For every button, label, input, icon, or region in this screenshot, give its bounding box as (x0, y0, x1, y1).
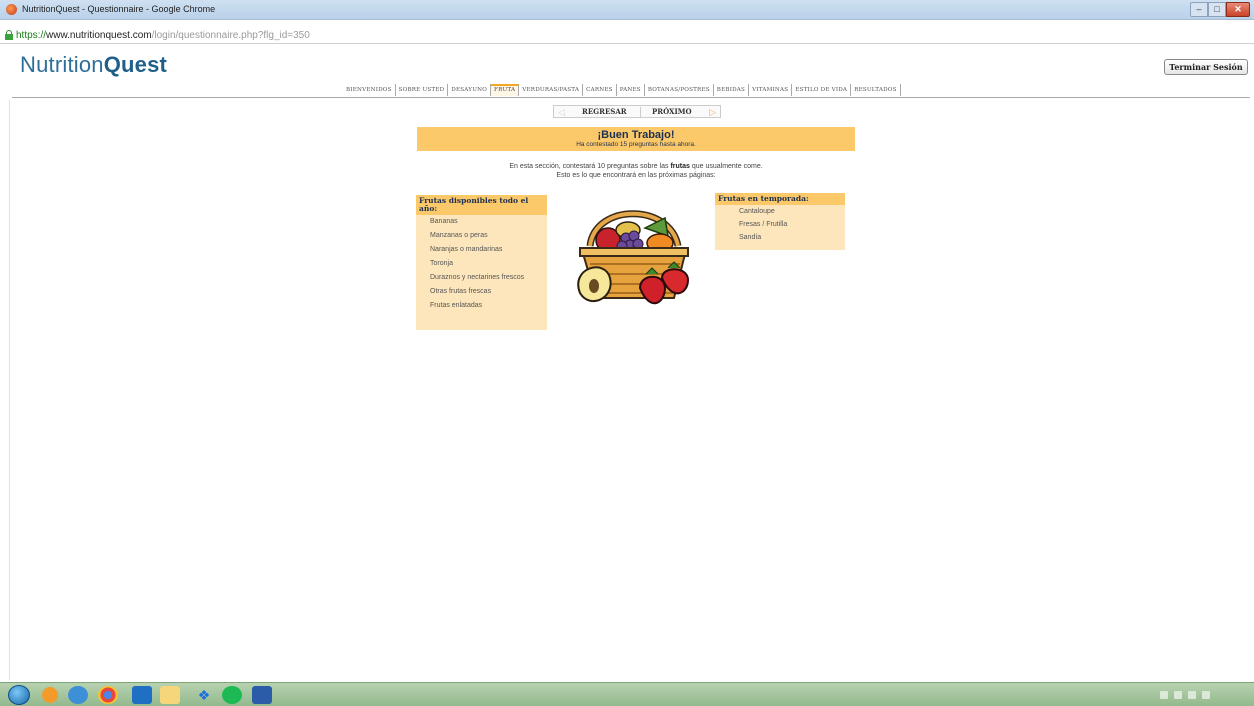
outlook-icon[interactable] (132, 686, 152, 704)
tab-verduras-pasta[interactable]: VERDURAS/PASTA (519, 84, 584, 96)
list-item: Naranjas o mandarinas (430, 246, 503, 253)
tab-botanas-postres[interactable]: BOTANAS/POSTRES (645, 84, 714, 96)
maximize-button[interactable]: □ (1208, 2, 1226, 17)
logout-button[interactable]: Terminar Sesión (1164, 59, 1248, 75)
header-divider (12, 97, 1250, 98)
close-icon: ✕ (1234, 4, 1242, 14)
logo-text-bold: Quest (103, 52, 168, 77)
minimize-icon: – (1196, 4, 1202, 14)
windows-taskbar: ❖ (0, 682, 1254, 706)
chevron-left-icon[interactable]: ◁ (558, 107, 565, 117)
network-icon[interactable] (1174, 691, 1182, 699)
tab-resultados[interactable]: RESULTADOS (851, 84, 901, 96)
page-frame-line (9, 100, 10, 680)
nutritionquest-favicon-icon (6, 4, 17, 15)
url-host: www.nutritionquest.com (46, 30, 152, 41)
volume-icon[interactable] (1188, 691, 1196, 699)
year-round-fruits-panel: Frutas disponibles todo el año: Bananas M… (416, 195, 547, 330)
fruit-basket-illustration (577, 210, 690, 304)
intro-bold: frutas (670, 163, 690, 170)
year-round-fruits-heading: Frutas disponibles todo el año: (416, 195, 547, 215)
seasonal-fruits-heading: Frutas en temporada: (715, 193, 845, 205)
banner-heading: ¡Buen Trabajo! (597, 129, 675, 141)
section-intro: En esta sección, contestará 10 preguntas… (417, 162, 855, 180)
seasonal-fruits-list: Cantaloupe Fresas / Frutilla Sandía (715, 205, 845, 251)
dropbox-icon[interactable]: ❖ (194, 686, 214, 704)
list-item: Fresas / Frutilla (739, 221, 788, 228)
section-nav: BIENVENIDOS SOBRE USTED DESAYUNO FRUTA VERDU… (343, 84, 901, 96)
battery-icon[interactable] (1202, 691, 1210, 699)
list-item: Otras frutas frescas (430, 288, 492, 295)
window-title: NutritionQuest - Questionnaire - Google … (22, 4, 216, 14)
year-round-fruits-list: Bananas Manzanas o peras Naranjas o mandar… (416, 215, 547, 320)
intro-line-1: En esta sección, contestará 10 preguntas… (417, 162, 855, 171)
maximize-icon: □ (1214, 4, 1220, 14)
tab-sobre-usted[interactable]: SOBRE USTED (396, 84, 449, 96)
internet-explorer-icon[interactable] (68, 686, 88, 704)
chrome-icon[interactable] (98, 686, 118, 704)
lock-icon (5, 30, 13, 40)
banner-subtext: Ha contestado 15 preguntas hasta ahora. (576, 141, 696, 148)
progress-banner: ¡Buen Trabajo! Ha contestado 15 pregunta… (417, 127, 855, 151)
intro-text: En esta sección, contestará 10 preguntas… (509, 163, 671, 170)
tray-arrow-icon[interactable] (1160, 691, 1168, 699)
url-scheme: https:// (16, 30, 47, 41)
list-item: Manzanas o peras (430, 232, 488, 239)
tab-vitaminas[interactable]: VITAMINAS (749, 84, 793, 96)
tab-fruta[interactable]: FRUTA (491, 84, 520, 96)
media-player-icon[interactable] (42, 687, 58, 703)
window-titlebar: NutritionQuest - Questionnaire - Google … (0, 0, 1254, 20)
word-icon[interactable] (252, 686, 272, 704)
tab-panes[interactable]: PANES (617, 84, 645, 96)
address-bar[interactable]: https://www.nutritionquest.com/login/que… (0, 28, 1254, 44)
tab-carnes[interactable]: CARNES (583, 84, 617, 96)
close-button[interactable]: ✕ (1226, 2, 1250, 17)
pager: ◁ REGRESAR PRÓXIMO ▷ (553, 105, 721, 118)
list-item: Frutas enlatadas (430, 302, 483, 309)
list-item: Sandía (739, 234, 762, 241)
start-button[interactable] (8, 685, 30, 705)
spotify-icon[interactable] (222, 686, 242, 704)
tab-estilo-de-vida[interactable]: ESTILO DE VIDA (792, 84, 852, 96)
intro-line-2: Esto es lo que encontrará en las próxima… (556, 172, 716, 179)
tab-desayuno[interactable]: DESAYUNO (448, 84, 491, 96)
system-tray (1160, 688, 1246, 702)
seasonal-fruits-panel: Frutas en temporada: Cantaloupe Fresas / … (715, 193, 845, 250)
file-explorer-icon[interactable] (160, 686, 180, 704)
logo-text-light: Nutrition (20, 52, 104, 77)
nutritionquest-logo[interactable]: NutritionQuest (20, 52, 167, 78)
tab-bebidas[interactable]: BEBIDAS (714, 84, 750, 96)
clock[interactable] (1216, 688, 1246, 702)
url-path: /login/questionnaire.php?flg_id=350 (151, 30, 310, 41)
list-item: Cantaloupe (739, 208, 775, 215)
tab-bienvenidos[interactable]: BIENVENIDOS (343, 84, 396, 96)
list-item: Toronja (430, 260, 453, 267)
next-button[interactable]: PRÓXIMO (652, 107, 692, 117)
url-text[interactable]: https://www.nutritionquest.com/login/que… (16, 30, 310, 41)
chevron-right-icon[interactable]: ▷ (709, 107, 716, 117)
minimize-button[interactable]: – (1190, 2, 1208, 17)
list-item: Duraznos y nectarines frescos (430, 274, 525, 281)
pager-divider (640, 107, 641, 117)
list-item: Bananas (430, 218, 458, 225)
back-button[interactable]: REGRESAR (582, 107, 627, 117)
intro-text-end: que usualmente come. (689, 163, 763, 170)
